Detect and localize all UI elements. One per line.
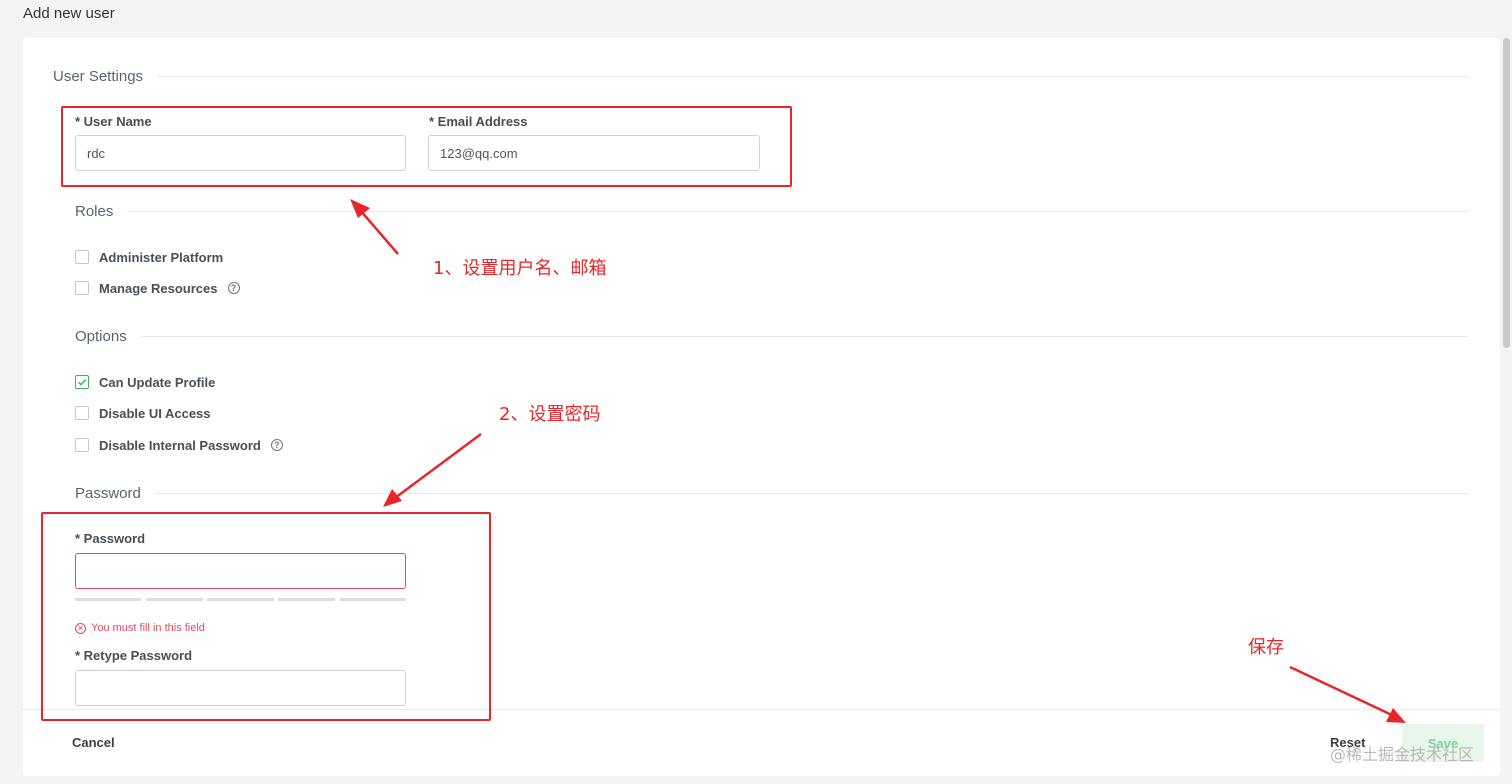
arrowhead-icon xyxy=(383,489,402,507)
arrow-2 xyxy=(394,432,482,500)
arrowhead-icon xyxy=(350,199,370,218)
arrowhead-icon xyxy=(1386,708,1406,723)
annotation-arrows xyxy=(350,199,1406,723)
watermark: @稀土掘金技术社区 xyxy=(1330,745,1475,764)
arrow-1 xyxy=(359,209,399,255)
arrow-3 xyxy=(1289,665,1395,718)
